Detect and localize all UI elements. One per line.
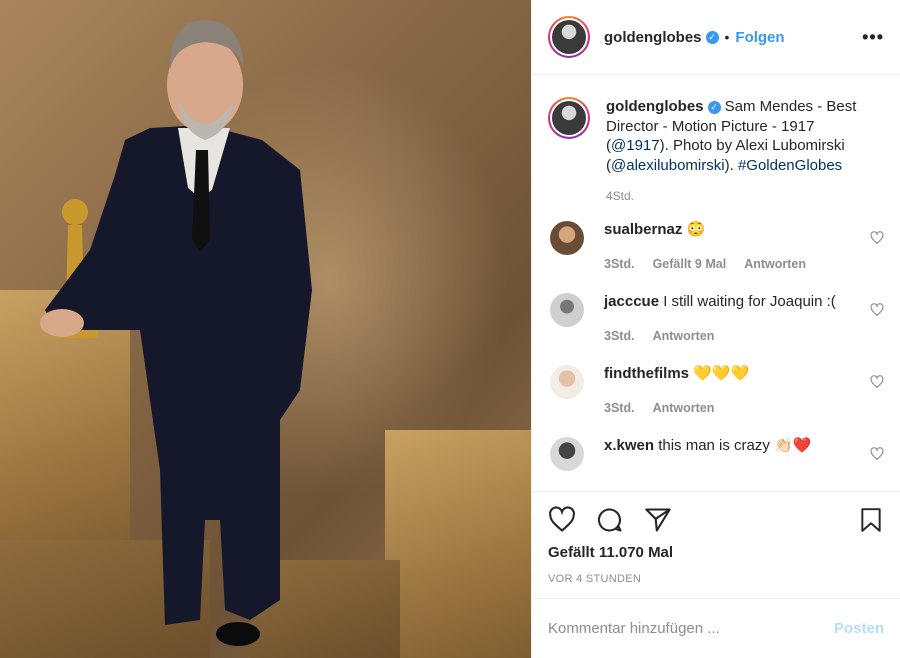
caption-time[interactable]: 4Std. [606, 189, 884, 203]
commenter-username[interactable]: jacccue [604, 293, 659, 310]
commenter-username[interactable]: x.kwen [604, 437, 654, 454]
comment-text: I still waiting for Joaquin :( [663, 293, 836, 310]
reply-button[interactable]: Antworten [653, 329, 715, 343]
separator-dot: • [724, 29, 730, 45]
mention-link[interactable]: @1917 [611, 137, 660, 154]
verified-badge-icon: ✓ [707, 101, 721, 114]
commenter-username[interactable]: findthefilms [604, 365, 689, 382]
comment-item: x.kwen this man is crazy 👏🏻❤️ [548, 437, 884, 471]
comment-text: 💛💛💛 [693, 365, 750, 382]
likes-count[interactable]: Gefällt 11.070 Mal [548, 544, 884, 561]
instagram-post: goldenglobes ✓ • Folgen ••• goldenglobes… [0, 0, 900, 658]
like-comment-icon[interactable] [870, 231, 884, 245]
more-options-icon[interactable]: ••• [862, 27, 884, 48]
post-actions: Gefällt 11.070 Mal VOR 4 STUNDEN [532, 491, 900, 585]
post-timestamp[interactable]: VOR 4 STUNDEN [548, 573, 884, 585]
post-header: goldenglobes ✓ • Folgen ••• [532, 0, 900, 75]
reply-button[interactable]: Antworten [744, 257, 806, 271]
caption-username[interactable]: goldenglobes [606, 98, 704, 115]
hashtag-link[interactable]: #GoldenGlobes [738, 157, 842, 174]
comment-text: 😳 [686, 221, 706, 238]
golden-globe-logo [552, 20, 586, 54]
mention-link[interactable]: @alexilubomirski [611, 157, 725, 174]
photo-man-in-suit [40, 20, 312, 646]
like-comment-icon[interactable] [870, 303, 884, 317]
post-comment-button[interactable]: Posten [834, 620, 884, 637]
like-comment-icon[interactable] [870, 375, 884, 389]
comment-item: jacccue I still waiting for Joaquin :( 3… [548, 293, 884, 343]
commenter-avatar[interactable] [550, 365, 584, 399]
post-caption: goldenglobes ✓ Sam Mendes - Best Director… [548, 97, 884, 175]
add-comment-bar: Posten [532, 598, 900, 658]
bookmark-icon[interactable] [858, 506, 884, 534]
author-username[interactable]: goldenglobes [604, 29, 702, 46]
comment-time[interactable]: 3Std. [604, 257, 635, 271]
caption-text: goldenglobes ✓ Sam Mendes - Best Director… [606, 98, 857, 174]
comment-item: findthefilms 💛💛💛 3Std. Antworten [548, 365, 884, 415]
post-photo[interactable] [0, 0, 531, 658]
post-sidebar: goldenglobes ✓ • Folgen ••• goldenglobes… [531, 0, 900, 658]
comments-list[interactable]: goldenglobes ✓ Sam Mendes - Best Director… [532, 75, 900, 491]
commenter-avatar[interactable] [550, 221, 584, 255]
author-avatar[interactable] [548, 16, 590, 58]
comment-icon[interactable] [596, 506, 624, 534]
commenter-avatar[interactable] [550, 437, 584, 471]
comment-time[interactable]: 3Std. [604, 401, 635, 415]
commenter-avatar[interactable] [550, 293, 584, 327]
like-comment-icon[interactable] [870, 447, 884, 461]
comment-time[interactable]: 3Std. [604, 329, 635, 343]
comment-likes[interactable]: Gefällt 9 Mal [653, 257, 727, 271]
share-icon[interactable] [644, 506, 672, 534]
follow-button[interactable]: Folgen [735, 29, 784, 46]
comment-input[interactable] [548, 620, 834, 637]
commenter-username[interactable]: sualbernaz [604, 221, 682, 238]
golden-globe-logo [552, 101, 586, 135]
action-icons [548, 506, 884, 534]
caption-avatar[interactable] [548, 97, 590, 139]
comment-text: this man is crazy 👏🏻❤️ [658, 437, 812, 454]
heart-icon[interactable] [548, 506, 576, 534]
reply-button[interactable]: Antworten [653, 401, 715, 415]
comment-item: sualbernaz 😳 3Std. Gefällt 9 Mal Antworten [548, 221, 884, 271]
verified-badge-icon: ✓ [705, 30, 719, 44]
